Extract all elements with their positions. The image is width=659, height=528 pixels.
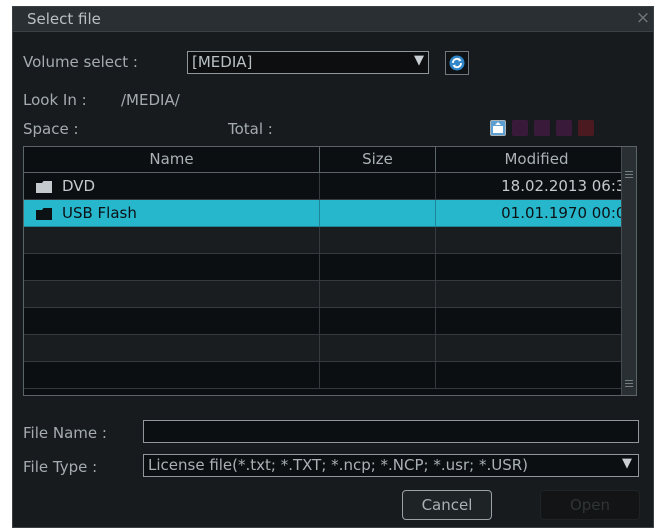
empty-row: [24, 254, 636, 281]
space-label: Space :: [23, 120, 79, 138]
empty-row: [24, 362, 636, 389]
folder-icon: [36, 207, 52, 220]
folder-icon: [36, 180, 52, 193]
upload-folder-button[interactable]: [490, 120, 506, 136]
chevron-down-icon: ▼: [622, 456, 632, 471]
chevron-down-icon: ▼: [414, 53, 424, 68]
row-size: [320, 173, 436, 200]
empty-row: [24, 335, 636, 362]
look-in-label: Look In :: [23, 91, 87, 109]
upload-folder-icon: [493, 122, 503, 133]
file-list-table: Name Size Modified DVD 18.02.2013 06:32 …: [23, 146, 637, 396]
empty-row: [24, 281, 636, 308]
cancel-button[interactable]: Cancel: [402, 490, 492, 520]
select-file-dialog: Select file × Volume select : [MEDIA] ▼ …: [12, 6, 654, 528]
file-type-label: File Type :: [23, 458, 98, 476]
column-header-modified[interactable]: Modified: [436, 147, 636, 173]
file-type-select[interactable]: License file(*.txt; *.TXT; *.ncp; *.NCP;…: [143, 454, 639, 477]
rename-icon[interactable]: [556, 120, 572, 136]
open-button[interactable]: Open: [540, 490, 640, 520]
vertical-scrollbar[interactable]: [621, 147, 636, 395]
refresh-icon: [449, 55, 465, 71]
refresh-button[interactable]: [445, 51, 469, 75]
new-folder-icon[interactable]: [512, 120, 528, 136]
empty-row: [24, 308, 636, 335]
close-button[interactable]: ×: [635, 7, 651, 29]
title-bar: Select file ×: [13, 7, 653, 32]
row-size: [320, 200, 436, 227]
file-type-value: License file(*.txt; *.TXT; *.ncp; *.NCP;…: [148, 456, 528, 474]
volume-select[interactable]: [MEDIA] ▼: [187, 51, 429, 74]
dialog-title: Select file: [27, 10, 101, 28]
table-row[interactable]: DVD 18.02.2013 06:32: [24, 173, 636, 200]
look-in-path: /MEDIA/: [121, 91, 180, 109]
file-name-label: File Name :: [23, 424, 107, 442]
row-name: DVD: [62, 177, 96, 195]
empty-row: [24, 227, 636, 254]
table-row-selected[interactable]: USB Flash 01.01.1970 00:00: [24, 200, 636, 227]
total-label: Total :: [228, 120, 273, 138]
volume-select-label: Volume select :: [23, 53, 138, 71]
table-header: Name Size Modified: [24, 147, 636, 173]
column-header-name[interactable]: Name: [24, 147, 320, 173]
delete-icon[interactable]: [578, 120, 594, 136]
copy-folder-icon[interactable]: [534, 120, 550, 136]
row-name-cell: USB Flash: [24, 200, 320, 227]
row-modified: 18.02.2013 06:32: [436, 173, 636, 200]
file-name-input[interactable]: [143, 420, 639, 443]
row-name-cell: DVD: [24, 173, 320, 200]
volume-select-value: [MEDIA]: [192, 53, 253, 71]
column-header-size[interactable]: Size: [320, 147, 436, 173]
row-modified: 01.01.1970 00:00: [436, 200, 636, 227]
row-name: USB Flash: [62, 204, 137, 222]
